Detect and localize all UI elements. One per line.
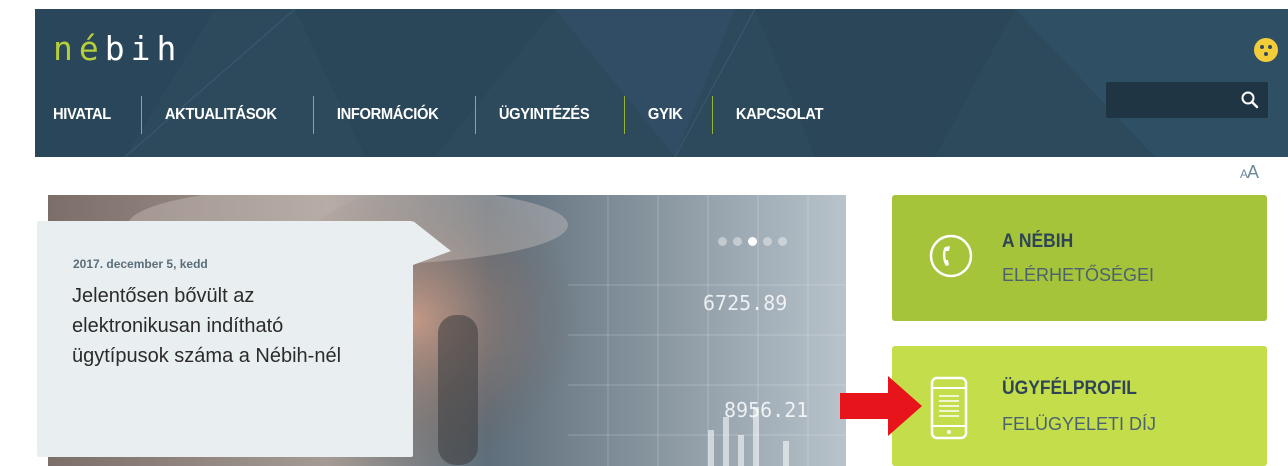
contact-tile[interactable]: A NÉBIH ELÉRHETŐSÉGEI <box>892 195 1267 321</box>
news-card-pointer <box>413 221 451 265</box>
nav-item-hivatal[interactable]: HIVATAL <box>53 96 134 134</box>
logo-letter-b: b <box>104 29 131 68</box>
mobile-document-icon <box>930 376 968 440</box>
font-size-small-label: A <box>1240 167 1248 181</box>
client-profile-tile[interactable]: ÜGYFÉLPROFIL FELÜGYELETI DÍJ <box>892 346 1267 466</box>
news-date: 2017. december 5, kedd <box>73 257 208 271</box>
screen-number-1: 6725.89 <box>703 291 788 315</box>
screen-number-2: 8956.21 <box>724 398 809 422</box>
contact-tile-subtitle: ELÉRHETŐSÉGEI <box>1002 265 1155 285</box>
nav-item-ugyintezes[interactable]: ÜGYINTÉZÉS <box>474 96 612 134</box>
main-navigation: HIVATAL AKTUALITÁSOK INFORMÁCIÓK ÜGYINTÉ… <box>53 96 858 134</box>
slider-dot-4[interactable] <box>763 237 772 246</box>
slider-pagination <box>718 237 787 246</box>
news-title[interactable]: Jelentősen bővült az elektronikusan indí… <box>72 281 382 371</box>
client-profile-tile-subtitle: FELÜGYELETI DÍJ <box>1002 414 1157 434</box>
nav-item-aktualitasok[interactable]: AKTUALITÁSOK <box>140 96 300 134</box>
nebih-logo[interactable]: nébih <box>53 29 182 69</box>
logo-letter-e: é <box>78 29 105 68</box>
search-input[interactable] <box>1106 82 1268 118</box>
logo-letter-h: h <box>156 29 183 68</box>
slider-dot-2[interactable] <box>733 237 742 246</box>
slider-dot-3[interactable] <box>748 237 757 246</box>
news-card[interactable]: 2017. december 5, kedd Jelentősen bővült… <box>37 221 413 457</box>
header-background-pattern <box>35 9 1288 157</box>
accessibility-icon[interactable] <box>1254 38 1278 62</box>
red-arrow-icon <box>840 376 922 436</box>
font-size-toggle[interactable]: AA <box>1240 162 1259 183</box>
font-size-large-label: A <box>1247 162 1259 182</box>
phone-icon <box>929 234 973 278</box>
nav-item-informaciok[interactable]: INFORMÁCIÓK <box>313 96 461 134</box>
logo-letter-n: n <box>53 29 79 68</box>
search-icon[interactable] <box>1240 90 1260 110</box>
contact-tile-title: A NÉBIH <box>1002 231 1074 252</box>
nav-item-kapcsolat[interactable]: KAPCSOLAT <box>712 96 846 134</box>
logo-letter-i: i <box>130 29 157 68</box>
site-header: nébih HIVATAL AKTUALITÁSOK INFORMÁCIÓK Ü… <box>35 9 1288 157</box>
slider-dot-1[interactable] <box>718 237 727 246</box>
client-profile-tile-title: ÜGYFÉLPROFIL <box>1002 378 1137 399</box>
slider-dot-5[interactable] <box>778 237 787 246</box>
nav-item-gyik[interactable]: GYIK <box>623 96 705 134</box>
